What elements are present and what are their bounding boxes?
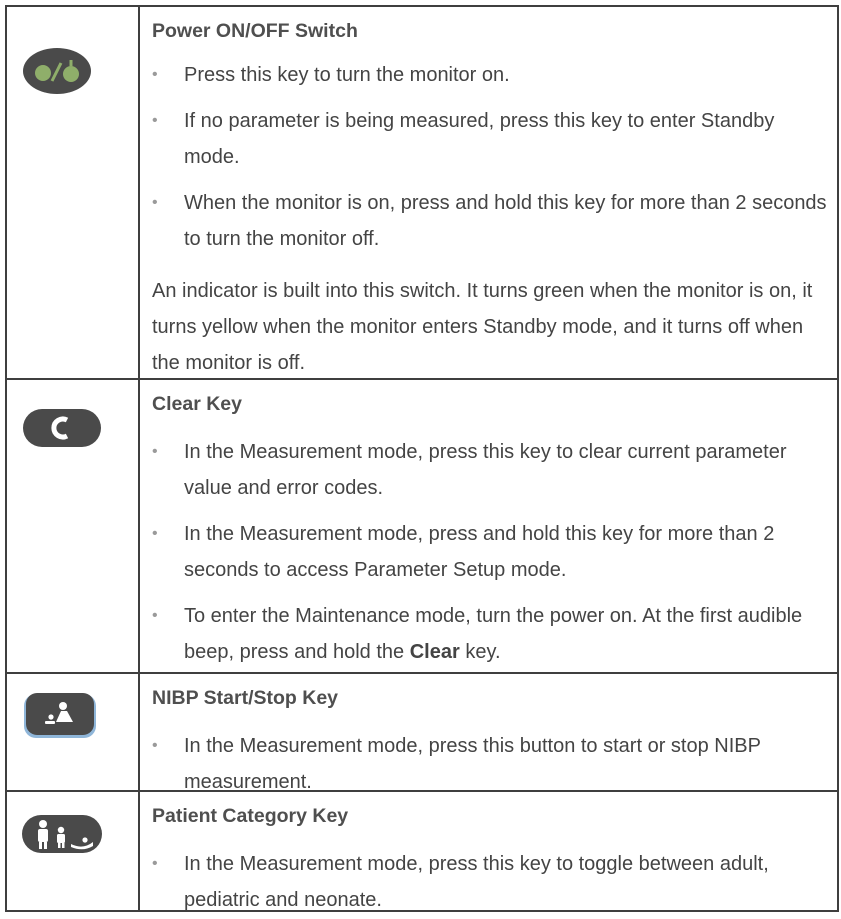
row-patient-category-key: Patient Category Key • In the Measuremen…: [7, 790, 837, 911]
row-title: Clear Key: [152, 393, 242, 415]
row-title: Patient Category Key: [152, 805, 349, 827]
icon-cell-patient: [7, 792, 140, 910]
bullet-dot: •: [152, 607, 158, 624]
bullet-dot: •: [152, 855, 158, 872]
bullet-dot: •: [152, 737, 158, 754]
icon-cell-clear: [7, 380, 140, 672]
indicator-description: An indicator is built into this switch. …: [152, 280, 813, 374]
row-title: NIBP Start/Stop Key: [152, 687, 339, 709]
clear-c-icon: [22, 408, 102, 453]
power-on-off-icon: [22, 47, 92, 100]
maintenance-instruction: To enter the Maintenance mode, turn the …: [184, 605, 803, 663]
key-description-table: Power ON/OFF Switch • Press this key to …: [5, 5, 839, 912]
nibp-cuff-icon: [23, 692, 97, 745]
icon-cell-power: [7, 7, 140, 378]
patient-category-icon: [21, 814, 103, 859]
bullet-dot: •: [152, 66, 158, 83]
text-cell-patient: Patient Category Key • In the Measuremen…: [152, 805, 769, 911]
text-cell-clear: Clear Key • In the Measurement mode, pre…: [152, 380, 831, 672]
bullet-dot: •: [152, 112, 158, 129]
clear-key-name: Clear: [409, 641, 460, 663]
text-cell-nibp: NIBP Start/Stop Key • In the Measurement…: [152, 687, 761, 793]
text-cell-power: Power ON/OFF Switch • Press this key to …: [152, 7, 831, 378]
bullet-dot: •: [152, 525, 158, 542]
bullet-dot: •: [152, 443, 158, 460]
row-title: Power ON/OFF Switch: [152, 20, 358, 42]
bullet-dot: •: [152, 194, 158, 211]
row-nibp-key: NIBP Start/Stop Key • In the Measurement…: [7, 672, 837, 793]
row-clear-key: Clear Key • In the Measurement mode, pre…: [7, 378, 837, 672]
icon-cell-nibp: [7, 674, 140, 790]
row-power-switch: Power ON/OFF Switch • Press this key to …: [7, 7, 837, 378]
